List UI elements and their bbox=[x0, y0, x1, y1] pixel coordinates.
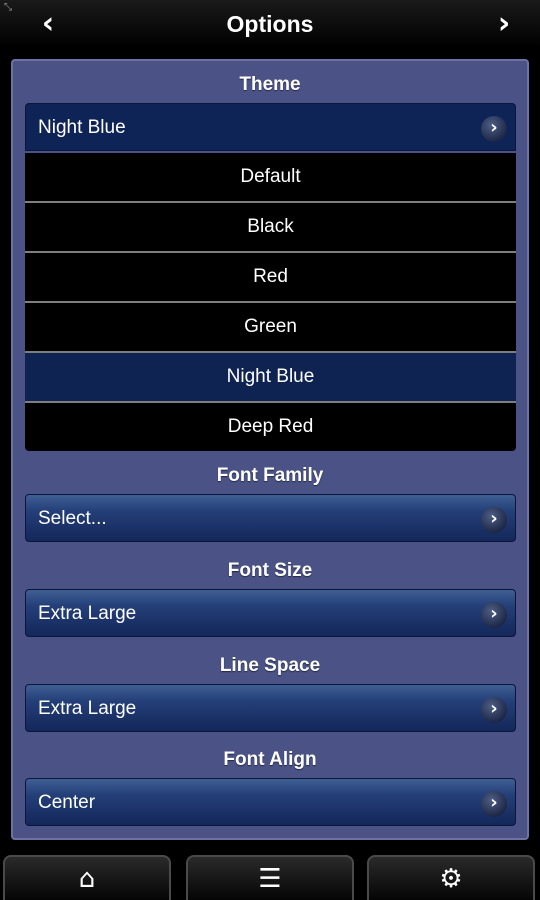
font-align-value: Center bbox=[38, 792, 96, 813]
font-align-select[interactable]: Center › bbox=[25, 778, 516, 826]
chevron-right-icon: › bbox=[481, 602, 507, 628]
theme-option-black[interactable]: Black bbox=[25, 203, 516, 253]
settings-button[interactable]: ⚙ bbox=[367, 855, 535, 900]
gear-icon: ⚙ bbox=[439, 864, 463, 894]
line-space-select[interactable]: Extra Large › bbox=[25, 684, 516, 732]
theme-option-default[interactable]: Default bbox=[25, 153, 516, 203]
line-space-label: Line Space bbox=[219, 655, 321, 676]
theme-select[interactable]: Night Blue › bbox=[25, 103, 516, 151]
chevron-right-icon: › bbox=[481, 697, 507, 723]
font-family-label: Font Family bbox=[216, 465, 324, 486]
chevron-right-icon: › bbox=[481, 791, 507, 817]
home-icon: ⌂ bbox=[78, 864, 96, 894]
home-button[interactable]: ⌂ bbox=[3, 855, 171, 900]
font-family-value: Select... bbox=[38, 508, 107, 529]
menu-button[interactable]: ☰ bbox=[186, 855, 354, 900]
line-space-value: Extra Large bbox=[38, 698, 137, 719]
bottom-toolbar: ⌂ ☰ ⚙ bbox=[0, 855, 540, 900]
theme-option-green[interactable]: Green bbox=[25, 303, 516, 353]
theme-option-night-blue[interactable]: Night Blue bbox=[25, 353, 516, 403]
theme-options-list: Default Black Red Green Night Blue Deep … bbox=[25, 153, 516, 451]
theme-label: Theme bbox=[239, 74, 301, 95]
font-size-label: Font Size bbox=[227, 560, 313, 581]
font-family-select[interactable]: Select... › bbox=[25, 494, 516, 542]
font-size-value: Extra Large bbox=[38, 603, 137, 624]
menu-icon: ☰ bbox=[258, 864, 282, 894]
chevron-right-icon: › bbox=[481, 116, 507, 142]
chevron-right-icon: › bbox=[481, 507, 507, 533]
options-panel: Theme Night Blue › Default Black Red Gre… bbox=[11, 59, 529, 840]
font-size-select[interactable]: Extra Large › bbox=[25, 589, 516, 637]
theme-option-deep-red[interactable]: Deep Red bbox=[25, 403, 516, 451]
theme-current-value: Night Blue bbox=[38, 117, 126, 138]
font-align-label: Font Align bbox=[223, 749, 317, 770]
theme-option-red[interactable]: Red bbox=[25, 253, 516, 303]
top-bar: ⤡ ‹ Options › bbox=[0, 0, 540, 48]
page-title: Options bbox=[226, 11, 314, 37]
chevron-right-icon: › bbox=[497, 6, 511, 41]
forward-button[interactable]: › bbox=[484, 6, 524, 42]
